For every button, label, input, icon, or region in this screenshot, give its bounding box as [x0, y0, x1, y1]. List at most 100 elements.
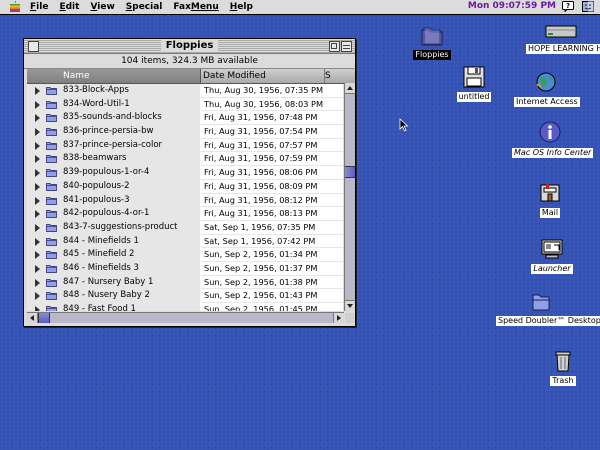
name-cell[interactable]: 844 - Minefields 1 [27, 234, 200, 250]
disclosure-triangle-icon[interactable] [35, 141, 40, 150]
finder-icon[interactable] [582, 1, 594, 12]
disclosure-triangle-icon[interactable] [35, 196, 40, 205]
apple-icon[interactable] [8, 1, 22, 13]
menu-special[interactable]: Special [126, 2, 163, 12]
disclosure-triangle-icon[interactable] [35, 306, 40, 311]
list-row[interactable]: 849 - Fast Food 1 Sun, Sep 2, 1956, 01:45… [27, 303, 343, 311]
disclosure-triangle-icon[interactable] [35, 292, 40, 301]
mouse-cursor-icon [399, 118, 409, 132]
date-modified: Sun, Sep 2, 1956, 01:37 PM [201, 262, 343, 276]
name-cell[interactable]: 833-Block-Apps [27, 84, 200, 99]
desktop-icon-internet-access[interactable]: Internet Access [514, 71, 580, 107]
disclosure-triangle-icon[interactable] [35, 100, 40, 109]
scroll-up-arrow[interactable] [345, 83, 355, 94]
name-cell[interactable]: 847 - Nursery Baby 1 [27, 275, 200, 291]
name-cell[interactable]: 842-populous-4-or-1 [27, 207, 200, 222]
list-row[interactable]: 841-populous-3 Fri, Aug 31, 1956, 08:12 P… [27, 193, 343, 209]
disclosure-triangle-icon[interactable] [35, 128, 40, 137]
folder-icon [421, 27, 443, 46]
desktop-icon-speed-doubler-desktop[interactable]: Speed Doubler™ Desktop [496, 292, 600, 326]
folder-icon [46, 114, 57, 123]
disclosure-triangle-icon[interactable] [35, 223, 40, 232]
vertical-scrollbar[interactable] [344, 83, 355, 311]
disclosure-triangle-icon[interactable] [35, 155, 40, 164]
column-extra-header[interactable]: S [324, 69, 353, 83]
close-box[interactable] [28, 41, 39, 52]
date-modified: Fri, Aug 31, 1956, 07:59 PM [201, 152, 343, 167]
name-cell[interactable]: 837-prince-persia-color [27, 138, 200, 154]
vertical-scroll-thumb[interactable] [345, 166, 355, 178]
folder-icon [46, 141, 57, 150]
zoom-box[interactable] [329, 41, 340, 52]
name-cell[interactable]: 848 - Nusery Baby 2 [27, 289, 200, 304]
name-cell[interactable]: 834-Word-Util-1 [27, 97, 200, 113]
window-titlebar[interactable]: Floppies [24, 39, 355, 54]
list-row[interactable]: 843-7-suggestions-product Sat, Sep 1, 195… [27, 220, 343, 236]
list-row[interactable]: 839-populous-1-or-4 Fri, Aug 31, 1956, 08… [27, 166, 343, 181]
desktop-icon-hope-learning-hd[interactable]: HOPE LEARNING HD [526, 22, 600, 54]
name-cell[interactable]: 846 - Minefields 3 [27, 261, 200, 277]
horizontal-scroll-thumb[interactable] [38, 313, 50, 323]
menu-file[interactable]: File [30, 2, 48, 12]
list-row[interactable]: 835-sounds-and-blocks Fri, Aug 31, 1956, … [27, 111, 343, 127]
list-row[interactable]: 840-populous-2 Fri, Aug 31, 1956, 08:09 P… [27, 179, 343, 195]
date-modified: Fri, Aug 31, 1956, 07:54 PM [201, 125, 343, 139]
horizontal-scrollbar[interactable] [27, 312, 344, 323]
scroll-down-arrow[interactable] [345, 300, 355, 311]
disclosure-triangle-icon[interactable] [35, 87, 40, 95]
name-cell[interactable]: 849 - Fast Food 1 [27, 303, 200, 311]
disclosure-triangle-icon[interactable] [35, 210, 40, 219]
collapse-box[interactable] [341, 41, 352, 52]
desktop-icon-floppies[interactable]: Floppies [412, 26, 452, 60]
name-cell[interactable]: 843-7-suggestions-product [27, 220, 200, 236]
disclosure-triangle-icon[interactable] [35, 278, 40, 287]
list-row[interactable]: 837-prince-persia-color Fri, Aug 31, 1956… [27, 138, 343, 154]
list-row[interactable]: 848 - Nusery Baby 2 Sun, Sep 2, 1956, 01:… [27, 289, 343, 304]
desktop-icon-mail[interactable]: Mail [530, 182, 570, 218]
list-row[interactable]: 838-beamwars Fri, Aug 31, 1956, 07:59 PM [27, 152, 343, 168]
list-row[interactable]: 836-prince-persia-bw Fri, Aug 31, 1956, 0… [27, 125, 343, 140]
scroll-right-arrow[interactable] [333, 313, 344, 323]
menu-faxmenu[interactable]: FaxMenu [173, 2, 218, 12]
desktop-icon-untitled[interactable]: untitled [454, 66, 494, 102]
folder-icon [46, 237, 57, 246]
disclosure-triangle-icon[interactable] [35, 182, 40, 191]
list-row[interactable]: 845 - Minefield 2 Sun, Sep 2, 1956, 01:34… [27, 248, 343, 263]
disclosure-triangle-icon[interactable] [35, 264, 40, 273]
menu-edit[interactable]: Edit [59, 2, 79, 12]
file-name: 847 - Nursery Baby 1 [63, 276, 154, 287]
list-row[interactable]: 844 - Minefields 1 Sat, Sep 1, 1956, 07:4… [27, 234, 343, 250]
list-row[interactable]: 842-populous-4-or-1 Fri, Aug 31, 1956, 08… [27, 207, 343, 222]
menu-clock[interactable]: Mon 09:07:59 PM [468, 1, 556, 11]
name-cell[interactable]: 840-populous-2 [27, 179, 200, 195]
menu-help[interactable]: Help [230, 2, 253, 12]
list-row[interactable]: 846 - Minefields 3 Sun, Sep 2, 1956, 01:3… [27, 261, 343, 277]
disclosure-triangle-icon[interactable] [35, 237, 40, 246]
help-icon[interactable]: ? [562, 1, 574, 12]
disclosure-triangle-icon[interactable] [35, 251, 40, 260]
disclosure-triangle-icon[interactable] [35, 169, 40, 178]
desktop-icon-trash[interactable]: Trash [546, 350, 580, 386]
desktop-icon-label: Mac OS Info Center [512, 148, 594, 158]
name-cell[interactable]: 839-populous-1-or-4 [27, 166, 200, 181]
name-cell[interactable]: 845 - Minefield 2 [27, 248, 200, 263]
list-row[interactable]: 833-Block-Apps Thu, Aug 30, 1956, 07:35 P… [27, 84, 343, 99]
desktop-icon-launcher[interactable]: Launcher [530, 238, 574, 274]
scroll-left-arrow[interactable] [27, 313, 38, 323]
name-cell[interactable]: 838-beamwars [27, 152, 200, 168]
name-cell[interactable]: 835-sounds-and-blocks [27, 111, 200, 127]
desktop-icon-label: HOPE LEARNING HD [526, 44, 600, 54]
column-date-header[interactable]: Date Modified [203, 69, 323, 83]
column-name-header[interactable]: Name [27, 69, 201, 83]
list-row[interactable]: 834-Word-Util-1 Thu, Aug 30, 1956, 08:03 … [27, 97, 343, 113]
desktop-icon-mac-os-info-center[interactable]: Mac OS Info Center [512, 120, 594, 158]
list-row[interactable]: 847 - Nursery Baby 1 Sun, Sep 2, 1956, 01… [27, 275, 343, 291]
name-cell[interactable]: 841-populous-3 [27, 193, 200, 209]
folder-icon [46, 210, 57, 219]
resize-grow-box[interactable] [345, 313, 354, 323]
menu-view[interactable]: View [90, 2, 114, 12]
desktop-icon-label: Trash [550, 376, 576, 386]
name-cell[interactable]: 836-prince-persia-bw [27, 125, 200, 140]
disclosure-triangle-icon[interactable] [35, 114, 40, 123]
folder-icon [46, 278, 57, 287]
